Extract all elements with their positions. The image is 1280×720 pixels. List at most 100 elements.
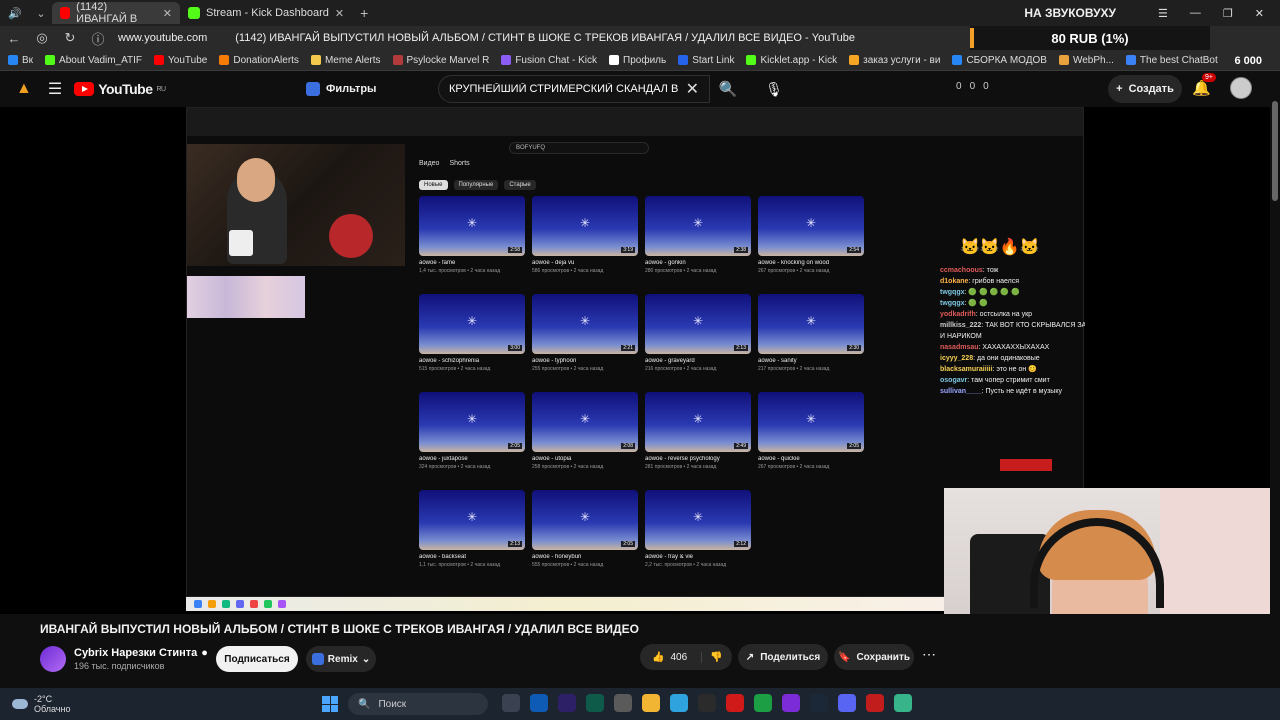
bookmark-item[interactable]: заказ услуги - ви — [849, 55, 940, 66]
scrollbar-thumb[interactable] — [1272, 101, 1278, 201]
chat-text: : 🟢 🟢 🟢 🟢 🟢 — [964, 289, 1020, 296]
obs-icon[interactable] — [782, 694, 800, 712]
youtube-logo[interactable]: YouTube RU — [74, 81, 166, 97]
video-player[interactable]: BOFYUFQ Видео Shorts Новые Популярные Ст… — [0, 107, 1270, 614]
window-controls: НА ЗВУКОВУХУ ☰ — ❐ ✕ — [1024, 6, 1280, 20]
bookmark-label: Psylocke Marvel R — [406, 54, 490, 66]
app-icon[interactable] — [866, 694, 884, 712]
thumbs-down-icon: 👎 — [710, 651, 723, 663]
close-tab-icon[interactable]: ✕ — [163, 7, 172, 20]
steam-icon[interactable] — [810, 694, 828, 712]
back-icon[interactable]: ← — [0, 31, 28, 46]
save-button[interactable]: 🔖 Сохранить — [834, 644, 914, 670]
channel-info[interactable]: Cybrix Нарезки Стинта ● 196 тыс. подписч… — [40, 646, 208, 672]
voice-search-button[interactable]: 🎙 — [760, 75, 788, 103]
bookmark-item[interactable]: Kicklet.app - Kick — [746, 55, 837, 66]
premiere-icon[interactable] — [558, 694, 576, 712]
chat-message: millkiss_222: ТАК ВОТ КТО СКРЫВАЛСЯ ЗА — [940, 320, 1085, 331]
bookmark-item[interactable]: СБОРКА МОДОВ — [952, 55, 1047, 66]
close-tab-icon[interactable]: ✕ — [335, 7, 344, 20]
subscribe-button[interactable]: Подписаться — [216, 646, 298, 672]
clear-search-icon[interactable]: ✕ — [686, 79, 699, 99]
avatar[interactable] — [1230, 77, 1252, 99]
calculator-icon[interactable] — [614, 694, 632, 712]
search-input[interactable]: КРУПНЕЙШИЙ СТРИМЕРСКИЙ СКАНДАЛ В ✕ — [438, 75, 710, 103]
video-thumbnail: 3:19 — [532, 196, 638, 256]
speaker-icon[interactable]: 🔊 — [4, 3, 26, 23]
bookmark-item[interactable]: Psylocke Marvel R — [392, 54, 490, 66]
bookmark-item[interactable]: DonationAlerts — [219, 55, 299, 66]
bookmark-label: WebPh... — [1072, 54, 1114, 66]
xbox-icon[interactable] — [754, 694, 772, 712]
bookmark-item[interactable]: WebPh... — [1058, 54, 1114, 66]
new-tab-button[interactable]: + — [352, 5, 376, 21]
search-button[interactable]: 🔍 — [710, 75, 746, 103]
maximize-icon[interactable]: ❐ — [1223, 7, 1233, 20]
bookmark-favicon-icon — [1058, 55, 1069, 65]
save-label: Сохранить — [856, 651, 910, 663]
dislike-button[interactable]: 👎 — [702, 652, 722, 663]
donation-text: 80 RUB (1%) — [1051, 30, 1129, 46]
task-view-icon[interactable] — [502, 694, 520, 712]
bookmark-item[interactable]: Вк — [8, 55, 33, 66]
close-window-icon[interactable]: ✕ — [1255, 7, 1264, 20]
app-icon — [208, 600, 216, 608]
photoshop-icon[interactable] — [530, 694, 548, 712]
video-card: 2:54 aowoe - knocking on wood 267 просмотр… — [758, 196, 864, 274]
extension-icon[interactable]: ◎ — [28, 30, 56, 46]
windows-start-icon[interactable] — [322, 696, 338, 712]
hamburger-menu-icon[interactable]: ☰ — [48, 79, 62, 99]
tab-youtube[interactable]: (1142) ИВАНГАЙ В ✕ — [52, 1, 180, 25]
send-icon[interactable] — [698, 694, 716, 712]
remix-button[interactable]: Remix ⌄ — [306, 646, 376, 672]
app-icon — [222, 600, 230, 608]
bookmark-favicon-icon — [219, 55, 230, 65]
bookmark-item[interactable]: Fusion Chat - Kick — [501, 55, 597, 66]
chevron-down-icon[interactable]: ⌄ — [30, 3, 52, 23]
bookmark-item[interactable]: The best ChatBot — [1125, 55, 1218, 66]
more-actions-icon[interactable]: ⋯ — [922, 646, 936, 663]
video-duration: 3:00 — [508, 345, 522, 351]
app-icon[interactable] — [894, 694, 912, 712]
sound-alert-title: НА ЗВУКОВУХУ — [1024, 6, 1117, 20]
bookmark-item[interactable]: About Vadim_ATIF — [45, 55, 142, 66]
video-card: 2:30 aowoe - sanity 217 просмотров • 2 час… — [758, 294, 864, 372]
channel-name[interactable]: Cybrix Нарезки Стинта — [74, 647, 197, 659]
menu-icon[interactable]: ☰ — [1158, 7, 1168, 20]
share-button[interactable]: ↗ Поделиться — [738, 644, 828, 670]
site-info-icon[interactable]: ⓘ — [84, 29, 112, 48]
taskbar-search[interactable]: 🔍 Поиск — [348, 693, 488, 715]
temperature: -2°C — [34, 694, 53, 704]
warning-icon[interactable]: ▲ — [16, 80, 32, 98]
video-duration: 2:38 — [734, 247, 748, 253]
channel-name-row[interactable]: Cybrix Нарезки Стинта ● — [74, 647, 208, 659]
chat-message: twgqgx: 🟢 🟢 — [940, 298, 1085, 309]
filters-label: Фильтры — [326, 83, 377, 95]
bookmark-item[interactable]: Start Link — [678, 55, 734, 66]
bookmark-item[interactable]: Профиль — [609, 55, 666, 66]
create-button[interactable]: + Создать — [1108, 75, 1182, 103]
bookmark-favicon-icon — [1125, 55, 1136, 65]
bookmark-item[interactable]: Meme Alerts — [310, 55, 381, 66]
stop-sign — [329, 214, 373, 258]
weather-widget[interactable]: -2°C Облачно — [12, 694, 70, 714]
discord-icon[interactable] — [838, 694, 856, 712]
bookmark-item[interactable]: YouTube — [154, 55, 207, 66]
filters-button[interactable]: Фильтры — [306, 79, 376, 99]
telegram-icon[interactable] — [670, 694, 688, 712]
video-card-title: aowoe - sanity — [758, 358, 797, 364]
url-field[interactable]: www.youtube.com — [118, 32, 207, 44]
tab-kick[interactable]: Stream - Kick Dashboard ✕ — [180, 2, 352, 24]
video-card: 2:05 aowoe - quickie 267 просмотров • 2 ча… — [758, 392, 864, 470]
folder-icon[interactable] — [642, 694, 660, 712]
yandex-browser-icon[interactable] — [726, 694, 744, 712]
video-card-meta: 555 просмотров • 2 часа назад — [532, 562, 604, 568]
scrollbar[interactable] — [1270, 71, 1280, 688]
video-thumbnail: 2:38 — [645, 196, 751, 256]
channel-avatar[interactable] — [40, 646, 66, 672]
like-button[interactable]: 👍 406 — [640, 651, 702, 663]
notifications-button[interactable]: 🔔 9+ — [1192, 73, 1216, 97]
minimize-icon[interactable]: — — [1190, 7, 1201, 19]
reload-icon[interactable]: ↻ — [56, 30, 84, 46]
audition-icon[interactable] — [586, 694, 604, 712]
